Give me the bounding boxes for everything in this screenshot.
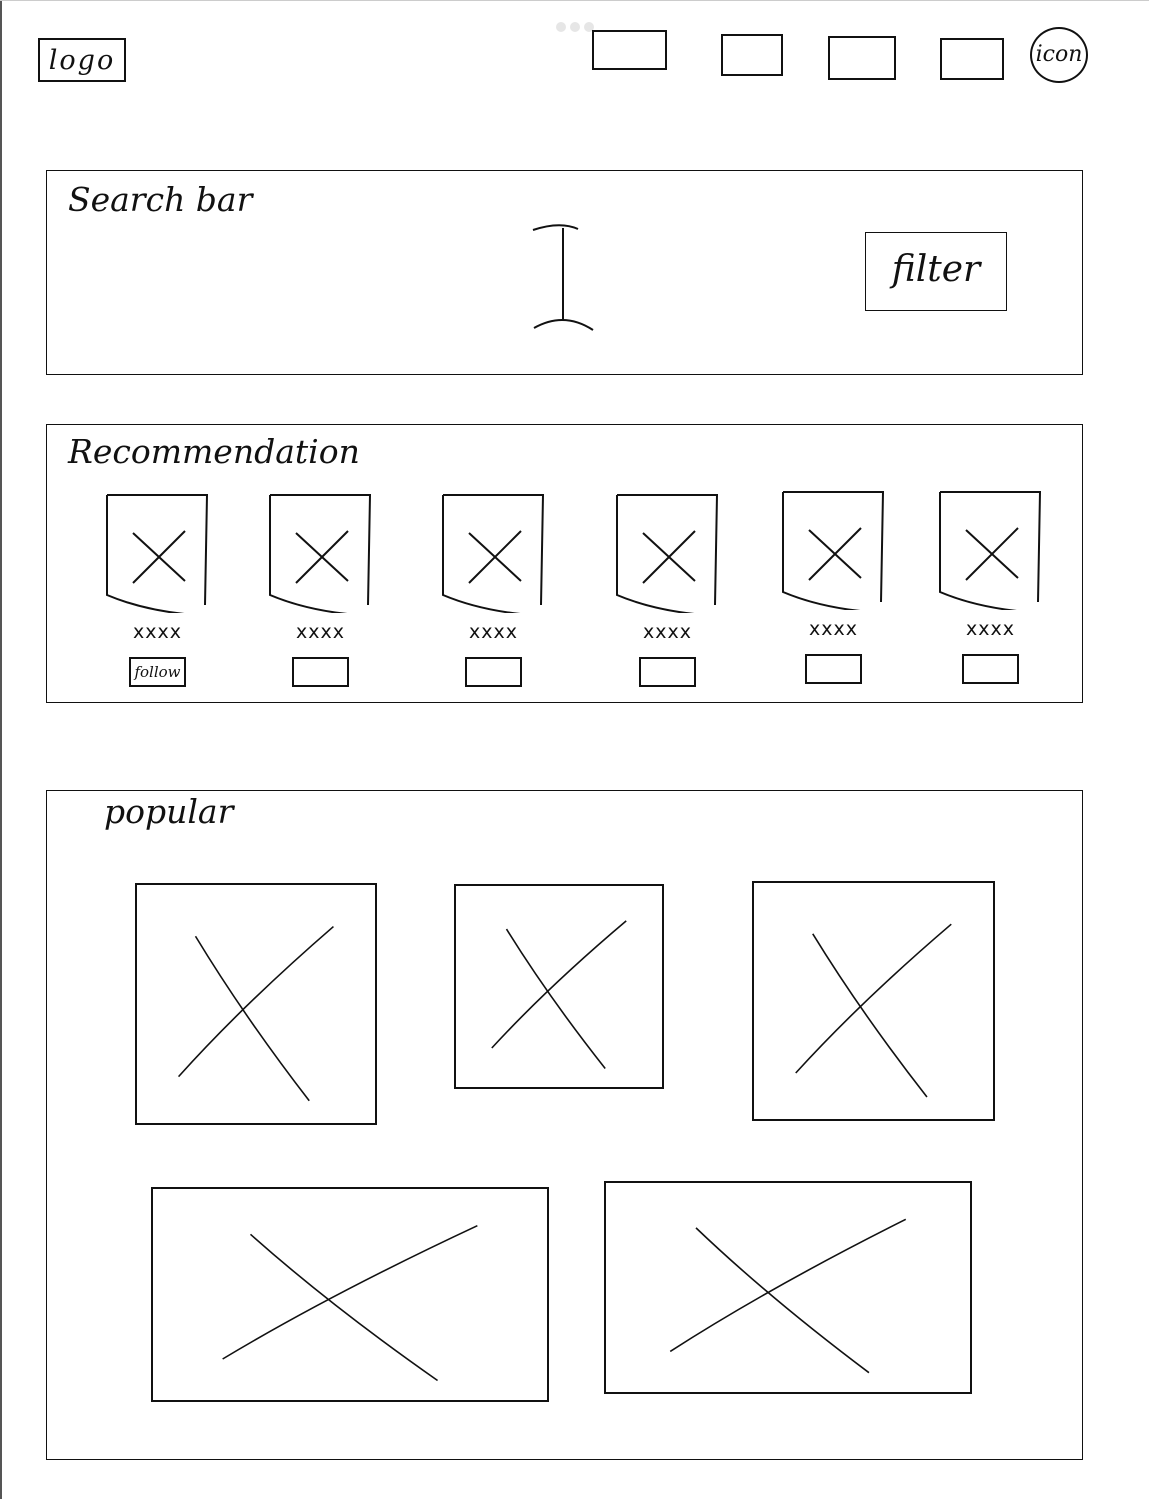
more-dots-icon: [556, 17, 600, 32]
image-placeholder-icon: [442, 494, 545, 616]
popular-image[interactable]: [454, 884, 664, 1089]
follow-button[interactable]: [292, 657, 349, 687]
nav-item-2[interactable]: [721, 34, 783, 76]
popular-image[interactable]: [151, 1187, 549, 1402]
profile-icon[interactable]: icon: [1030, 27, 1088, 83]
image-placeholder-icon: [616, 494, 719, 616]
follow-button[interactable]: [805, 654, 862, 684]
recommendation-name: xxxx: [296, 621, 345, 643]
popular-image[interactable]: [604, 1181, 972, 1394]
follow-button[interactable]: follow: [129, 657, 186, 687]
image-placeholder-icon: [782, 491, 885, 613]
recommendation-card[interactable]: [105, 493, 210, 616]
recommendation-name: xxxx: [133, 621, 182, 643]
recommendation-card[interactable]: [938, 490, 1043, 613]
nav-item-4[interactable]: [940, 38, 1004, 80]
search-input[interactable]: [60, 215, 850, 365]
recommendation-name: xxxx: [966, 618, 1015, 640]
search-panel-title: Search bar: [68, 180, 253, 219]
popular-image[interactable]: [135, 883, 377, 1125]
recommendation-name: xxxx: [809, 618, 858, 640]
recommendation-card[interactable]: [781, 490, 886, 613]
follow-button[interactable]: [639, 657, 696, 687]
page-edge-top: [0, 0, 1149, 1]
recommendation-name: xxxx: [643, 621, 692, 643]
recommendation-card[interactable]: [615, 493, 720, 616]
follow-button[interactable]: [465, 657, 522, 687]
filter-button[interactable]: filter: [865, 232, 1007, 311]
image-placeholder-icon: [269, 494, 372, 616]
image-placeholder-icon: [939, 491, 1042, 613]
recommendation-card[interactable]: [268, 493, 373, 616]
nav-item-1[interactable]: [592, 30, 667, 70]
recommendation-card[interactable]: [441, 493, 546, 616]
text-cursor-icon: [532, 224, 594, 331]
image-placeholder-icon: [106, 494, 209, 616]
logo[interactable]: logo: [38, 38, 126, 82]
recommendation-panel-title: Recommendation: [68, 432, 360, 471]
recommendation-name: xxxx: [469, 621, 518, 643]
nav-item-3[interactable]: [828, 36, 896, 80]
popular-image[interactable]: [752, 881, 995, 1121]
popular-panel-title: popular: [104, 792, 234, 831]
page-edge-left: [0, 0, 2, 1499]
follow-button[interactable]: [962, 654, 1019, 684]
